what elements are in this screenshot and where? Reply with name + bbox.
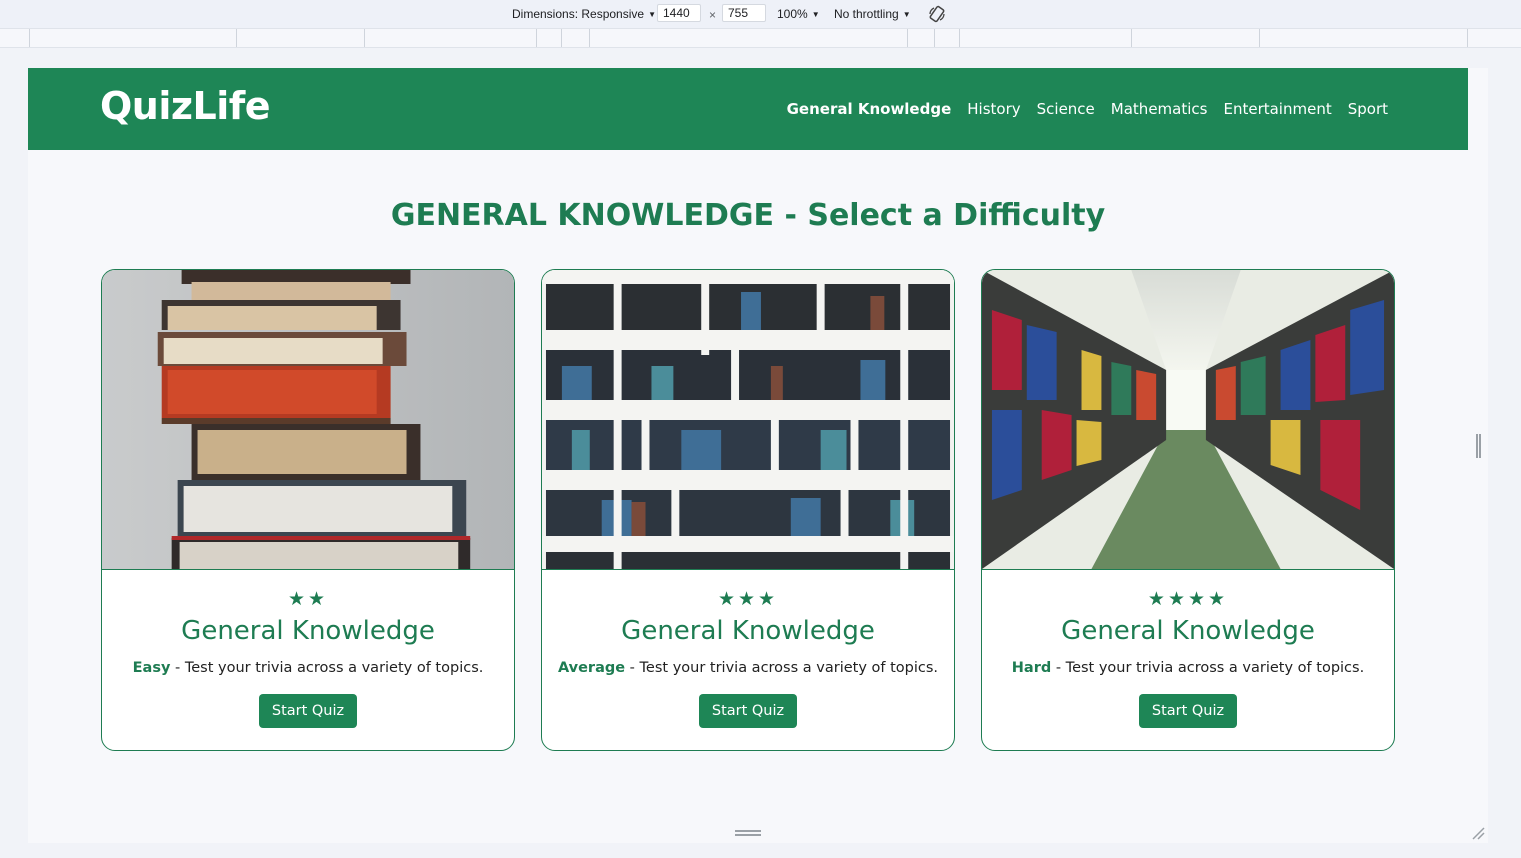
chevron-down-icon: ▼ [902,10,911,19]
description-text: - Test your trivia across a variety of t… [170,660,484,676]
dimensions-label: Dimensions: Responsive [512,7,645,21]
throttling-label: No throttling [834,7,899,21]
quiz-card-easy: ★★ General Knowledge Easy - Test your tr… [101,269,515,751]
stacked-books-image [102,270,514,570]
nav-science[interactable]: Science [1037,100,1095,118]
device-toolbar: Dimensions: Responsive ▼ 1440 × 755 100% ▼… [0,0,1521,29]
bookshelf-image [542,270,954,570]
library-aisle-image [982,270,1394,570]
chevron-down-icon: ▼ [811,10,820,19]
start-quiz-button[interactable]: Start Quiz [258,694,358,728]
card-description: Easy - Test your trivia across a variety… [102,660,514,676]
throttling-dropdown[interactable]: No throttling ▼ [834,7,911,21]
difficulty-stars: ★★★ [717,588,779,610]
description-text: - Test your trivia across a variety of t… [1051,660,1365,676]
page-viewport: QuizLife General Knowledge History Scien… [28,68,1468,843]
resize-handle-bottom[interactable] [735,830,761,836]
quiz-card-average: ★★★ General Knowledge Average - Test you… [541,269,955,751]
nav-history[interactable]: History [967,100,1020,118]
nav-general-knowledge[interactable]: General Knowledge [787,100,952,118]
start-quiz-button[interactable]: Start Quiz [1138,694,1238,728]
zoom-dropdown[interactable]: 100% ▼ [777,7,820,21]
nav-entertainment[interactable]: Entertainment [1223,100,1331,118]
card-body: ★★ General Knowledge Easy - Test your tr… [102,588,514,728]
description-text: - Test your trivia across a variety of t… [625,660,939,676]
card-body: ★★★★ General Knowledge Hard - Test your … [982,588,1394,728]
nav-sport[interactable]: Sport [1348,100,1388,118]
difficulty-stars: ★★★★ [1147,588,1229,610]
card-description: Hard - Test your trivia across a variety… [982,660,1394,676]
difficulty-stars: ★★ [287,588,329,610]
site-header: QuizLife General Knowledge History Scien… [28,68,1468,150]
resize-handle-corner[interactable] [1471,826,1485,840]
rotate-icon[interactable] [928,5,946,23]
card-description: Average - Test your trivia across a vari… [542,660,954,676]
dimensions-dropdown[interactable]: Dimensions: Responsive ▼ [512,7,656,21]
media-query-ruler [0,29,1521,48]
quiz-card-hard: ★★★★ General Knowledge Hard - Test your … [981,269,1395,751]
chevron-down-icon: ▼ [648,10,656,19]
start-quiz-button[interactable]: Start Quiz [698,694,798,728]
main-nav: General Knowledge History Science Mathem… [787,100,1388,118]
difficulty-label: Hard [1011,660,1052,676]
width-input[interactable]: 1440 [657,4,701,22]
card-title: General Knowledge [181,616,435,646]
zoom-label: 100% [777,7,808,21]
card-title: General Knowledge [1061,616,1315,646]
nav-mathematics[interactable]: Mathematics [1111,100,1208,118]
resize-handle-right[interactable] [1476,434,1481,458]
card-title: General Knowledge [621,616,875,646]
site-logo[interactable]: QuizLife [100,84,271,128]
times-sign: × [709,8,717,22]
difficulty-label: Average [557,660,626,676]
card-body: ★★★ General Knowledge Average - Test you… [542,588,954,728]
difficulty-label: Easy [132,660,171,676]
height-input[interactable]: 755 [722,4,766,22]
page-title: GENERAL KNOWLEDGE - Select a Difficulty [390,198,1106,233]
difficulty-cards: ★★ General Knowledge Easy - Test your tr… [101,269,1395,751]
